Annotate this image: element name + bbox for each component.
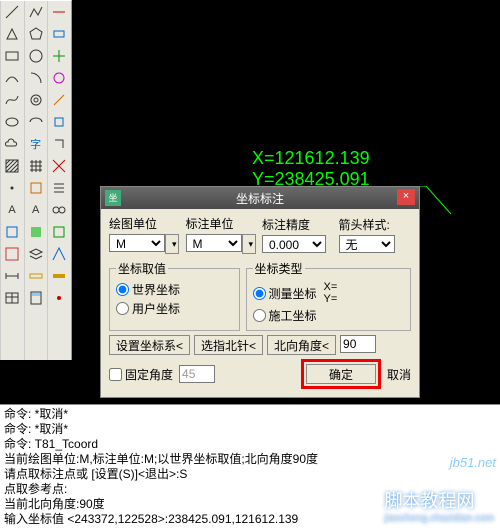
draw-unit-step[interactable]: ▾ bbox=[165, 234, 179, 254]
survey-extra: X=Y= bbox=[324, 281, 338, 305]
ann-unit-label: 标注单位 bbox=[186, 215, 259, 232]
tool-05-icon[interactable] bbox=[48, 89, 70, 111]
tool-10-icon[interactable] bbox=[48, 199, 70, 221]
hatch2-icon[interactable] bbox=[1, 243, 23, 265]
spline-icon[interactable] bbox=[1, 89, 23, 111]
tool-11-icon[interactable] bbox=[48, 221, 70, 243]
insert-icon[interactable] bbox=[25, 221, 47, 243]
draw-unit-select[interactable]: M bbox=[109, 234, 165, 252]
layer-icon[interactable] bbox=[25, 243, 47, 265]
user-coord-radio[interactable]: 用户坐标 bbox=[116, 300, 233, 317]
cancel-button[interactable]: 取消 bbox=[387, 366, 411, 383]
arc-icon[interactable] bbox=[1, 67, 23, 89]
circle-icon[interactable] bbox=[25, 45, 47, 67]
text-icon[interactable]: A bbox=[1, 199, 23, 221]
cmd-line: 命令: T81_Tcoord bbox=[4, 437, 496, 452]
polyline-icon[interactable] bbox=[25, 1, 47, 23]
survey-coord-radio[interactable]: 测量坐标X=Y= bbox=[253, 281, 404, 305]
ellipse-arc-icon[interactable] bbox=[25, 111, 47, 133]
cmd-line: 请点取标注点或 [设置(S)]<退出>:S bbox=[4, 467, 496, 482]
ok-button[interactable]: 确定 bbox=[306, 364, 376, 384]
measure-icon[interactable] bbox=[25, 265, 47, 287]
polygon-icon[interactable] bbox=[25, 23, 47, 45]
set-cs-button[interactable]: 设置坐标系< bbox=[109, 335, 190, 355]
calc-icon[interactable] bbox=[25, 287, 47, 309]
tool-12-icon[interactable] bbox=[48, 243, 70, 265]
coord-source-legend: 坐标取值 bbox=[116, 260, 168, 277]
fixed-angle-check[interactable]: 固定角度 bbox=[109, 366, 173, 383]
coord-source-group: 坐标取值 世界坐标 用户坐标 bbox=[109, 260, 240, 331]
rect-icon[interactable] bbox=[1, 45, 23, 67]
arc2-icon[interactable] bbox=[25, 67, 47, 89]
tool-06-icon[interactable] bbox=[48, 111, 70, 133]
ann-unit-select[interactable]: M bbox=[186, 234, 242, 252]
table-icon[interactable] bbox=[1, 287, 23, 309]
tool-03-icon[interactable] bbox=[48, 45, 70, 67]
draw-unit-label: 绘图单位 bbox=[109, 215, 182, 232]
precision-label: 标注精度 bbox=[262, 216, 335, 233]
toolbar-col-1: A bbox=[0, 1, 24, 360]
block-icon[interactable] bbox=[1, 221, 23, 243]
north-angle-button[interactable]: 北向角度< bbox=[267, 335, 336, 355]
cloud-icon[interactable] bbox=[1, 133, 23, 155]
cmd-line: 当前绘图单位:M,标注单位:M;以世界坐标取值;北向角度90度 bbox=[4, 452, 496, 467]
ann-unit-step[interactable]: ▾ bbox=[242, 234, 256, 254]
world-coord-radio[interactable]: 世界坐标 bbox=[116, 281, 233, 298]
toolbar-col-3 bbox=[47, 1, 71, 360]
mtext-icon[interactable]: A bbox=[25, 199, 47, 221]
donut-icon[interactable] bbox=[25, 89, 47, 111]
grid-icon[interactable] bbox=[25, 155, 47, 177]
tool-01-icon[interactable] bbox=[48, 1, 70, 23]
dialog-title-text: 坐标标注 bbox=[236, 190, 284, 207]
tool-02-icon[interactable] bbox=[48, 23, 70, 45]
watermark: 脚本教程网 jiaocheng.chazidian.com bbox=[384, 487, 494, 524]
north-angle-input[interactable] bbox=[340, 335, 376, 353]
text-zh-icon[interactable]: 字 bbox=[25, 133, 47, 155]
pick-north-button[interactable]: 选指北针< bbox=[194, 335, 263, 355]
cmd-line: 命令: *取消* bbox=[4, 407, 496, 422]
watermark-main: 脚本教程网 bbox=[384, 491, 474, 511]
coord-x-text: X=121612.139 bbox=[252, 148, 370, 169]
tool-13-icon[interactable] bbox=[48, 265, 70, 287]
close-icon[interactable]: × bbox=[397, 189, 415, 205]
tool-14-icon[interactable] bbox=[48, 287, 70, 309]
coord-annotation-dialog: 坐 坐标标注 × 绘图单位 M▾ 标注单位 M▾ 标注精度 0.000 箭头样式… bbox=[100, 186, 420, 398]
arrow-label: 箭头样式: bbox=[339, 216, 412, 233]
toolbar-col-2: 字 A bbox=[24, 1, 48, 360]
fixed-angle-input bbox=[179, 365, 215, 383]
tool-08-icon[interactable] bbox=[48, 155, 70, 177]
arrow-select[interactable]: 无 bbox=[339, 235, 395, 253]
triangle-icon[interactable] bbox=[1, 23, 23, 45]
coordinate-annotation: X=121612.139 Y=238425.091 bbox=[252, 148, 370, 190]
watermark-sub: jiaocheng.chazidian.com bbox=[384, 513, 494, 524]
hatch-icon[interactable] bbox=[1, 155, 23, 177]
region-icon[interactable] bbox=[25, 177, 47, 199]
construct-coord-radio[interactable]: 施工坐标 bbox=[253, 307, 404, 324]
tool-09-icon[interactable] bbox=[48, 177, 70, 199]
dim-icon[interactable] bbox=[1, 265, 23, 287]
toolbar-panel: A 字 A bbox=[0, 0, 72, 360]
precision-select[interactable]: 0.000 bbox=[262, 235, 326, 253]
dialog-body: 绘图单位 M▾ 标注单位 M▾ 标注精度 0.000 箭头样式: 无 坐标取值 … bbox=[101, 209, 419, 397]
tool-04-icon[interactable] bbox=[48, 67, 70, 89]
dialog-titlebar[interactable]: 坐 坐标标注 × bbox=[101, 187, 419, 209]
coord-type-group: 坐标类型 测量坐标X=Y= 施工坐标 bbox=[246, 260, 411, 331]
point-icon[interactable] bbox=[1, 177, 23, 199]
ellipse-icon[interactable] bbox=[1, 111, 23, 133]
corner-watermark: jb51.net bbox=[450, 455, 496, 470]
dialog-icon: 坐 bbox=[105, 190, 121, 206]
tool-07-icon[interactable] bbox=[48, 133, 70, 155]
ok-highlight-box: 确定 bbox=[301, 359, 381, 389]
coord-type-legend: 坐标类型 bbox=[253, 260, 305, 277]
cmd-line: 命令: *取消* bbox=[4, 422, 496, 437]
line-icon[interactable] bbox=[1, 1, 23, 23]
